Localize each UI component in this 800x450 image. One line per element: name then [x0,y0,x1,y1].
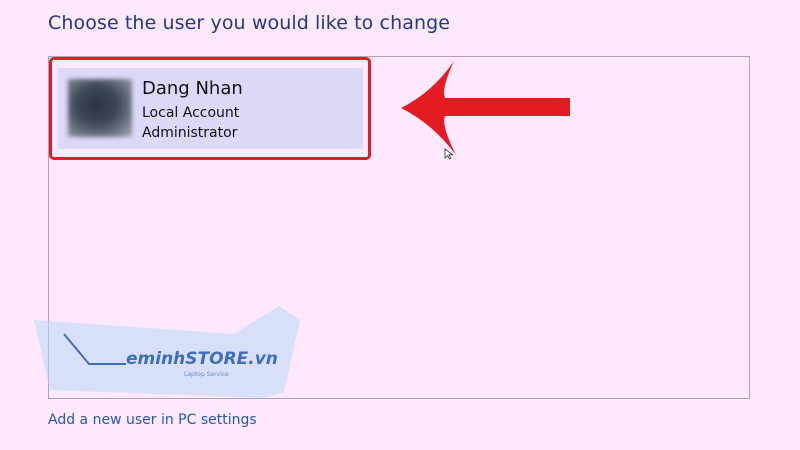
user-name: Dang Nhan [142,78,243,99]
add-user-link[interactable]: Add a new user in PC settings [48,412,257,428]
avatar [68,79,132,137]
page-title: Choose the user you would like to change [48,12,451,34]
user-tile-dang-nhan[interactable]: Dang Nhan Local Account Administrator [58,68,363,149]
user-account-type: Local Account [142,105,240,121]
user-role: Administrator [142,125,238,141]
